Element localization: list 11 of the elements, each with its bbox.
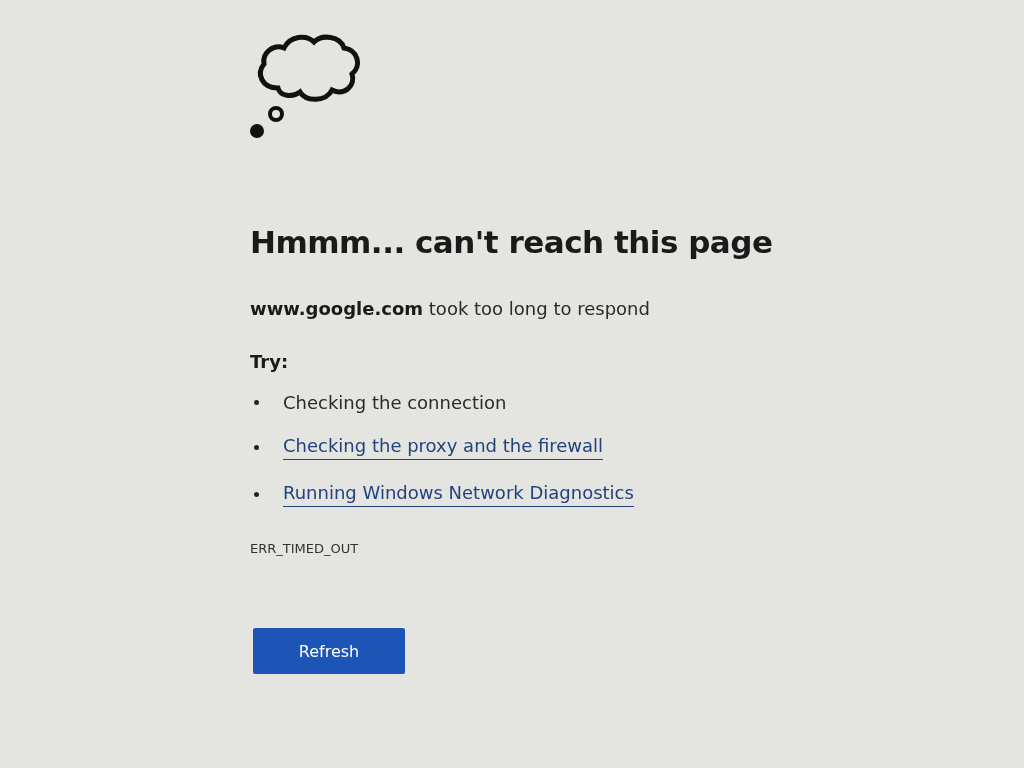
error-code: ERR_TIMED_OUT bbox=[250, 541, 359, 556]
error-message: www.google.com took too long to respond bbox=[250, 298, 650, 319]
bullet-icon bbox=[254, 400, 259, 405]
try-label: Try: bbox=[250, 351, 289, 372]
suggestion-text: Checking the connection bbox=[283, 392, 507, 413]
refresh-button[interactable]: Refresh bbox=[253, 628, 405, 674]
bullet-icon bbox=[254, 445, 259, 450]
bullet-icon bbox=[254, 492, 259, 497]
error-heading: Hmmm... can't reach this page bbox=[250, 224, 773, 260]
suggestion-link[interactable]: Checking the proxy and the firewall bbox=[283, 435, 604, 460]
suggestion-link[interactable]: Running Windows Network Diagnostics bbox=[283, 482, 634, 507]
